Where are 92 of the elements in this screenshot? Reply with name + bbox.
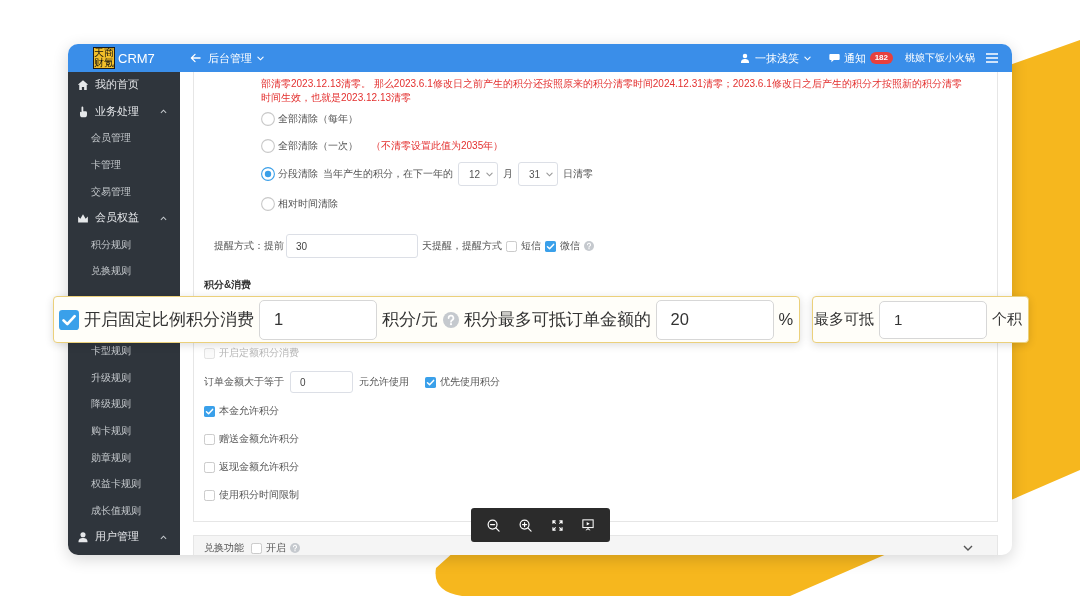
user-icon [77,531,89,544]
sidebar-subitem[interactable]: 会员管理 [91,132,131,145]
hand-icon [77,105,89,118]
sidebar-subitem[interactable]: 权益卡规则 [91,478,141,491]
days-field[interactable]: 30 [286,234,418,258]
month-select[interactable]: 12 [458,162,498,186]
checkbox[interactable] [204,433,215,445]
radio-button[interactable] [261,111,275,126]
sidebar-subitem[interactable]: 卡管理 [91,159,121,172]
caret-icon [257,55,264,61]
app-name: CRM7 [118,50,155,66]
unit-label: 积分最多可抵订单金额的 [463,308,651,330]
radio-button[interactable] [261,196,275,211]
field-label: 提醒方式：提前 [214,239,284,253]
sidebar-subitem[interactable]: 降级规则 [91,398,131,411]
checkbox-label: 本金允许积分 [219,404,279,418]
logo: 天商财氪 [93,47,115,69]
fullscreen-icon[interactable] [551,519,563,531]
store-name: 桃娘下饭小火锅 [905,51,975,65]
zoom-in-icon[interactable] [519,518,533,532]
radio-label: 全部清除（每年） [278,111,358,126]
notification-badge: 182 [869,52,893,64]
caret-icon [486,171,493,177]
menu-icon[interactable] [986,53,998,63]
checkbox[interactable] [204,405,215,417]
amount-field[interactable]: 0 [290,371,353,393]
unit-label: 日清零 [563,167,593,181]
chevron-down-icon[interactable] [963,545,973,551]
section-title: 积分&消费 [204,278,253,292]
unit-label: 天提醒，提醒方式 [422,239,502,253]
caret-icon [546,171,553,177]
number-field[interactable]: 1 [259,299,377,340]
checkbox[interactable] [59,309,79,330]
sidebar-subitem[interactable]: 卡型规则 [91,345,131,358]
option-label: 开启固定比例积分消费 [84,308,254,330]
checkbox[interactable] [545,240,556,252]
unit-label: 元允许使用 [359,375,409,389]
number-field[interactable]: 20 [655,299,774,340]
field-label: 订单金额大于等于 [204,375,284,389]
sidebar-subitem[interactable]: 升级规则 [91,371,131,384]
sidebar-item[interactable]: 会员权益 [68,204,180,232]
warning-text: 部清零2023.12.13清零。 那么2023.6.1修改日之前产生的积分还按照原来的积分清零时间2024.12.31清零；2023.6.1修改日之后产生的积分才按照新的积分清零 时间生效，也就是2023.12.13清零 [261,77,963,105]
checkbox[interactable] [251,542,262,554]
radio-label: 分段清除 [278,167,318,181]
zoom-out-icon[interactable] [486,518,500,532]
checkbox-label: 微信 [560,239,580,253]
checkbox[interactable] [204,489,215,501]
sidebar-item[interactable]: 用户管理 [68,524,180,551]
day-select[interactable]: 31 [518,162,558,186]
radio-label: 相对时间清除 [278,196,338,211]
sidebar-subitem[interactable]: 购卡规则 [91,425,131,437]
checkbox-label: 开启定额积分消费 [219,346,299,360]
caret-icon [803,55,811,61]
radio-button[interactable] [261,138,275,153]
sidebar-item[interactable]: 我的首页 [68,72,180,99]
sidebar-subitem[interactable]: 兑换规则 [91,265,131,278]
home-icon [77,79,89,92]
hint-text: （不清零设置此值为2035年） [371,138,504,153]
chat-bubble-icon [828,53,840,63]
schedule-text: 当年产生的积分，在下一年的 [323,167,453,181]
crown-icon [77,212,89,225]
checkbox-label: 使用积分时间限制 [219,488,299,502]
sidebar-subitem[interactable]: 勋章规则 [91,451,131,464]
unit-label: % [778,310,794,329]
checkbox[interactable] [506,240,517,252]
unit-label: 积分/元 [382,308,438,330]
checkbox[interactable] [425,376,436,388]
unit-label: 最多可抵 [814,310,874,329]
checkbox-label: 优先使用积分 [440,375,500,389]
checkbox-label: 开启 [266,541,286,555]
help-icon[interactable] [584,241,594,251]
presentation-icon[interactable] [582,519,595,531]
radio-button[interactable] [261,167,275,181]
radio-label: 全部清除（一次） [278,138,358,153]
checkbox-label: 赠送金额允许积分 [219,432,299,446]
collapsed-panel[interactable]: 兑换功能 开启 [193,535,998,555]
panel-title: 兑换功能 [204,541,244,555]
sidebar-subitem[interactable]: 成长值规则 [91,504,141,517]
number-field[interactable]: 1 [879,300,987,339]
checkbox-label: 短信 [521,239,541,253]
sidebar-subitem[interactable]: 交易管理 [91,185,131,198]
unit-label: 个积 [992,310,1022,329]
user-icon [739,53,750,63]
help-icon[interactable] [290,543,300,553]
sidebar-subitem[interactable]: 积分规则 [91,238,131,251]
checkbox-label: 返现金额允许积分 [219,460,299,474]
sidebar-item[interactable]: 业务处理 [68,98,180,126]
unit-label: 月 [503,167,513,181]
checkbox[interactable] [204,461,215,473]
notifications-button[interactable]: 通知 182 [828,50,893,66]
help-icon[interactable] [442,311,459,328]
back-arrow-icon[interactable] [190,53,201,63]
